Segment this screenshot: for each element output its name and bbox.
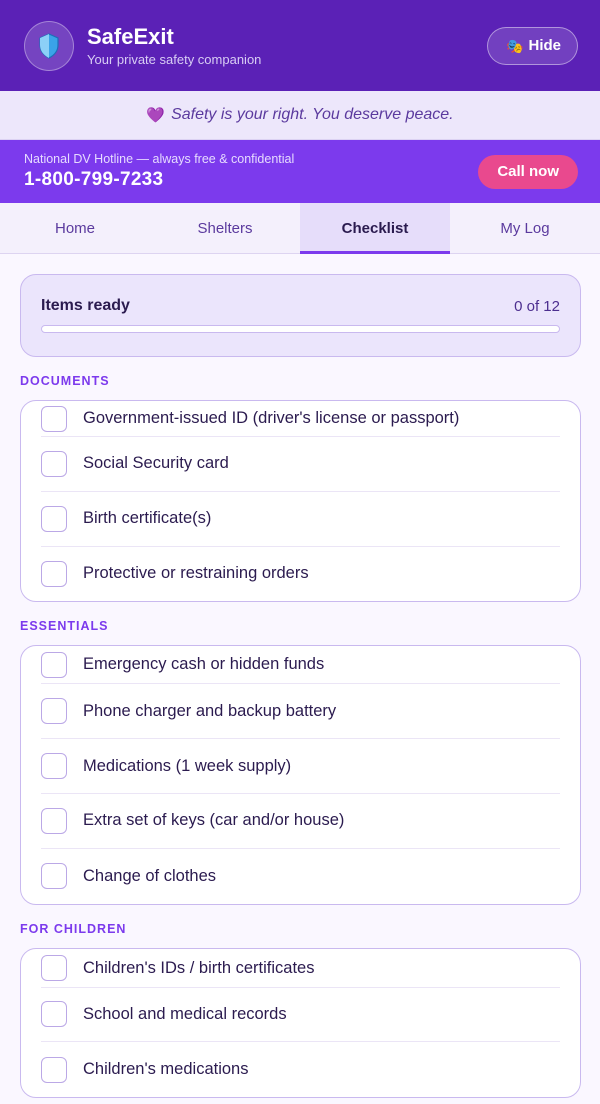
list-item[interactable]: School and medical records [41, 988, 560, 1043]
progress-card: Items ready 0 of 12 [20, 274, 581, 357]
list-item[interactable]: Protective or restraining orders [41, 547, 560, 602]
shield-icon [39, 32, 59, 59]
list-item[interactable]: Extra set of keys (car and/or house) [41, 794, 560, 849]
section-title-for-children: FOR CHILDREN [20, 921, 127, 936]
item-label: Social Security card [83, 454, 229, 473]
progress-label: Items ready [41, 297, 130, 314]
list-item[interactable]: Change of clothes [41, 849, 560, 904]
checkbox[interactable] [41, 698, 67, 725]
checkbox[interactable] [41, 560, 67, 587]
essentials-list: Emergency cash or hidden funds Phone cha… [20, 645, 581, 905]
checkbox[interactable] [41, 652, 67, 679]
list-item[interactable]: Children's medications [41, 1042, 560, 1097]
hide-button[interactable]: 🎭 Hide [487, 26, 578, 65]
tab-bar: Home Shelters Checklist My Log [0, 203, 600, 254]
list-item[interactable]: Phone charger and backup battery [41, 684, 560, 740]
affirmation-banner: 💜 Safety is your right. You deserve peac… [0, 91, 600, 140]
list-item[interactable]: Social Security card [41, 437, 560, 492]
hotline-banner: National DV Hotline — always free & conf… [0, 140, 600, 203]
section-title-documents: DOCUMENTS [20, 374, 110, 388]
checklist-content: Items ready 0 of 12 DOCUMENTS Government… [0, 254, 600, 1099]
progress-bar [41, 325, 560, 333]
checkbox[interactable] [41, 954, 67, 981]
app-header: SafeExit Your private safety companion 🎭… [0, 0, 600, 91]
app-title: SafeExit [87, 24, 174, 49]
progress-count: 0 of 12 [514, 297, 560, 315]
list-item[interactable]: Medications (1 week supply) [41, 739, 560, 794]
checkbox[interactable] [41, 863, 67, 890]
hotline-number: 1-800-799-7233 [24, 169, 164, 190]
item-label: Phone charger and backup battery [83, 701, 337, 720]
list-item[interactable]: Emergency cash or hidden funds [41, 646, 560, 685]
affirmation-text: Safety is your right. You deserve peace. [171, 106, 454, 123]
item-label: Medications (1 week supply) [83, 756, 292, 775]
hide-button-label: Hide [528, 37, 561, 54]
item-label: School and medical records [83, 1004, 287, 1023]
heart-icon: 💜 [146, 107, 166, 124]
item-label: Government-issued ID (driver's license o… [83, 409, 460, 427]
children-list: Children's IDs / birth certificates Scho… [20, 947, 581, 1099]
checkbox[interactable] [41, 450, 67, 477]
tab-shelters[interactable]: Shelters [150, 203, 300, 253]
mask-icon: 🎭 [506, 37, 524, 54]
item-label: Children's IDs / birth certificates [83, 958, 315, 977]
section-title-essentials: ESSENTIALS [20, 619, 109, 634]
list-item[interactable]: Birth certificate(s) [41, 492, 560, 547]
item-label: Protective or restraining orders [83, 564, 309, 583]
checkbox[interactable] [41, 753, 67, 780]
call-now-button[interactable]: Call now [478, 154, 578, 189]
checkbox[interactable] [41, 505, 67, 532]
list-item[interactable]: Children's IDs / birth certificates [41, 949, 560, 988]
tab-checklist[interactable]: Checklist [300, 203, 450, 254]
logo [24, 20, 74, 71]
item-label: Children's medications [83, 1060, 249, 1079]
item-label: Change of clothes [83, 866, 217, 885]
checkbox[interactable] [41, 1001, 67, 1028]
hotline-caption: National DV Hotline — always free & conf… [24, 152, 295, 166]
app-subtitle: Your private safety companion [87, 52, 262, 67]
tab-home[interactable]: Home [0, 203, 150, 253]
tab-my-log[interactable]: My Log [450, 203, 600, 253]
checkbox[interactable] [41, 1056, 67, 1083]
item-label: Emergency cash or hidden funds [83, 655, 325, 674]
checkbox[interactable] [41, 406, 67, 432]
list-item[interactable]: Government-issued ID (driver's license o… [41, 401, 560, 437]
item-label: Birth certificate(s) [83, 509, 212, 528]
documents-list: Government-issued ID (driver's license o… [20, 400, 581, 603]
item-label: Extra set of keys (car and/or house) [83, 811, 345, 830]
checkbox[interactable] [41, 807, 67, 834]
